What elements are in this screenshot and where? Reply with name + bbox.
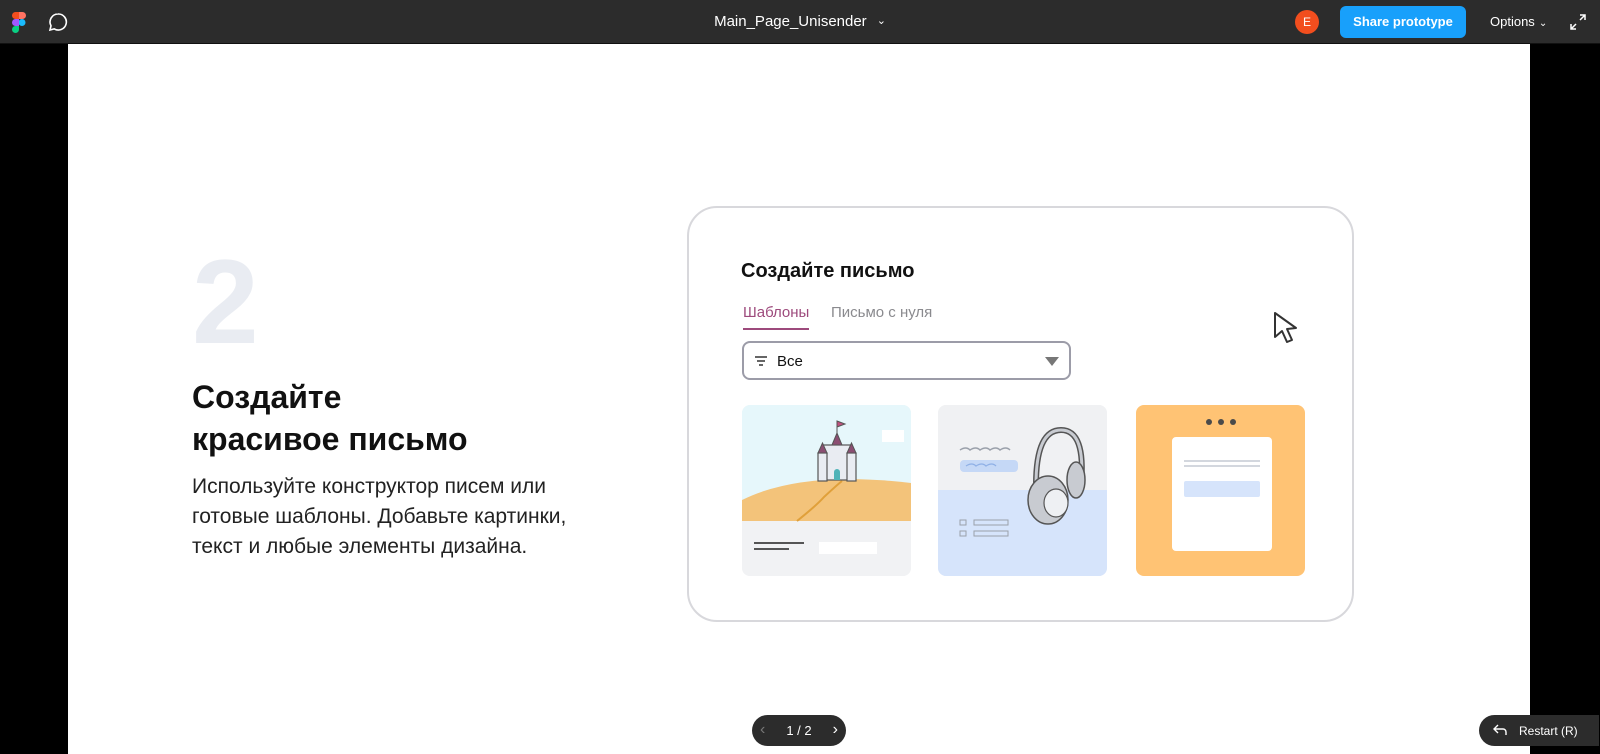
tab-templates[interactable]: Шаблоны	[743, 304, 810, 330]
share-prototype-button[interactable]: Share prototype	[1340, 6, 1466, 38]
castle-template[interactable]	[742, 405, 911, 576]
headphones-illustration-icon	[938, 405, 1107, 576]
card-title: Создайте письмо	[741, 260, 915, 282]
avatar[interactable]: E	[1295, 10, 1319, 34]
headphones-template[interactable]	[938, 405, 1107, 576]
restart-label: Restart (R)	[1519, 724, 1578, 738]
chevron-down-icon: ⌄	[1538, 18, 1548, 29]
mouse-cursor-icon	[1274, 312, 1297, 343]
blank-window-template[interactable]	[1136, 405, 1305, 576]
tab-letter-from-scratch[interactable]: Письмо с нуля	[831, 304, 932, 321]
prototype-toolbar: Main_Page_Unisender ⌄ E Share prototype O…	[0, 0, 1600, 44]
restart-arrow-icon	[1493, 724, 1507, 735]
step-number: 2	[192, 235, 259, 369]
slide-description: Используйте конструктор писем или готовы…	[192, 472, 612, 562]
filter-icon	[755, 356, 767, 366]
slide-pager: ‹ 1 / 2 ›	[752, 715, 846, 746]
filter-value: Все	[777, 353, 803, 370]
slide-heading: Создайте красивое письмо	[192, 376, 612, 460]
next-slide-chevron-icon[interactable]: ›	[833, 721, 838, 739]
expand-icon[interactable]	[1570, 14, 1586, 30]
description-line: готовые шаблоны. Добавьте картинки,	[192, 505, 567, 528]
options-menu[interactable]: Options ⌄	[1490, 14, 1547, 29]
category-filter-select[interactable]: Все	[742, 341, 1071, 380]
heading-line: красивое письмо	[192, 421, 468, 457]
description-line: текст и любые элементы дизайна.	[192, 535, 528, 558]
create-letter-card: Создайте письмо Шаблоны Письмо с нуля Вс…	[687, 206, 1354, 622]
chevron-down-icon: ⌄	[876, 15, 886, 27]
options-label: Options	[1490, 14, 1535, 29]
heading-line: Создайте	[192, 379, 342, 415]
prototype-canvas: 2 Создайте красивое письмо Используйте к…	[68, 44, 1530, 754]
castle-illustration-icon	[742, 405, 911, 576]
file-name: Main_Page_Unisender	[714, 13, 867, 30]
dropdown-arrow-icon	[1045, 357, 1059, 366]
description-line: Используйте конструктор писем или	[192, 475, 546, 498]
window-illustration-icon	[1172, 419, 1272, 551]
restart-button[interactable]: Restart (R)	[1479, 715, 1599, 746]
